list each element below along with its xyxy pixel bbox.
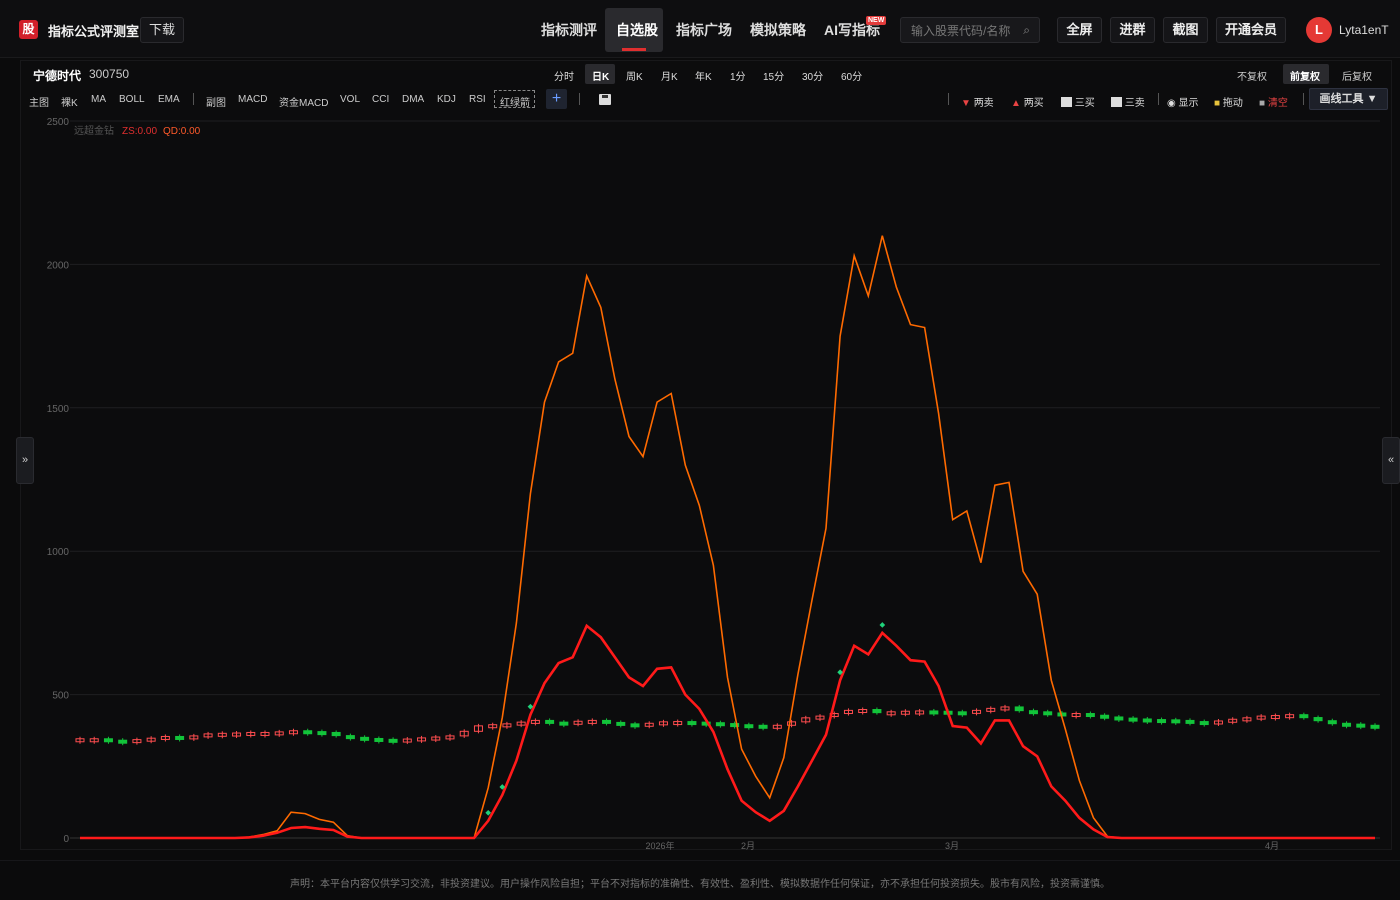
down-triangle-icon: ▼ (961, 98, 971, 109)
separator (193, 93, 194, 105)
separator (579, 93, 580, 105)
avatar[interactable]: L (1306, 17, 1332, 43)
up-triangle-icon: ▲ (1011, 98, 1021, 109)
tool-sub-chart[interactable]: 副图 (206, 94, 226, 109)
expand-left-button[interactable]: » (16, 437, 34, 484)
adjust-none[interactable]: 不复权 (1237, 68, 1267, 83)
expand-right-button[interactable]: « (1382, 437, 1400, 484)
period-daily[interactable]: 日K (592, 68, 609, 83)
nav-indicator-square[interactable]: 指标广场 (676, 20, 732, 40)
clear-label: 清空 (1267, 98, 1288, 109)
stock-code: 300750 (89, 67, 130, 81)
drag-tool[interactable]: ■ 拖动 (1214, 94, 1243, 109)
tool-macd[interactable]: MACD (238, 94, 267, 105)
separator (948, 93, 949, 105)
tool-main-chart[interactable]: 主图 (29, 94, 49, 109)
save-icon[interactable] (599, 94, 611, 105)
tool-fund-macd[interactable]: 资金MACD (279, 94, 328, 109)
nav-active-indicator (622, 48, 646, 51)
period-monthly[interactable]: 月K (661, 68, 678, 83)
drag-label: 拖动 (1222, 98, 1243, 109)
search-icon[interactable]: ⌕ (1023, 23, 1030, 38)
lock-icon: ■ (1214, 98, 1221, 109)
trend-line-icon (1061, 97, 1072, 107)
app-title: 指标公式评测室 (48, 24, 140, 39)
period-weekly[interactable]: 周K (626, 68, 643, 83)
tool-ma[interactable]: MA (91, 94, 106, 105)
new-badge: NEW (866, 16, 887, 25)
clear-tool[interactable]: ■ 清空 (1259, 94, 1288, 109)
tool-naked-k[interactable]: 裸K (61, 94, 78, 109)
chart-panel (20, 60, 1392, 850)
adjust-forward[interactable]: 前复权 (1290, 68, 1320, 83)
three-buy-tool[interactable]: 三买 (1061, 94, 1095, 109)
nav-watchlist[interactable]: 自选股 (616, 20, 658, 40)
stock-name: 宁德时代 (33, 69, 82, 83)
diagonal-line-icon (1111, 97, 1122, 107)
trash-icon: ■ (1259, 98, 1266, 109)
period-timeshare[interactable]: 分时 (554, 68, 574, 83)
two-sell-label: 两卖 (973, 98, 994, 109)
two-sell-tool[interactable]: ▼ 两卖 (961, 94, 994, 109)
membership-button[interactable]: 开通会员 (1216, 17, 1286, 43)
tool-red-green-arrow[interactable]: 红绿箭 (500, 94, 530, 109)
add-indicator-button[interactable]: + (546, 89, 567, 109)
drawing-tools-button[interactable]: 画线工具 ▼ (1309, 88, 1388, 110)
adjust-backward[interactable]: 后复权 (1342, 68, 1372, 83)
period-30min[interactable]: 30分 (802, 68, 823, 83)
username[interactable]: Lyta1enT (1339, 23, 1389, 37)
show-label: 显示 (1178, 98, 1199, 109)
three-sell-tool[interactable]: 三卖 (1111, 94, 1145, 109)
nav-indicator-review[interactable]: 指标测评 (541, 20, 597, 40)
separator (1303, 93, 1304, 105)
logo-icon: 股 (19, 20, 38, 39)
period-60min[interactable]: 60分 (841, 68, 862, 83)
stock-search: ⌕ (900, 17, 1040, 43)
tool-cci[interactable]: CCI (372, 94, 389, 105)
two-buy-tool[interactable]: ▲ 两买 (1011, 94, 1044, 109)
join-group-button[interactable]: 进群 (1110, 17, 1155, 43)
search-input[interactable] (911, 23, 1021, 39)
three-buy-label: 三买 (1074, 98, 1095, 109)
disclaimer: 声明：本平台内容仅供学习交流，非投资建议。用户操作风险自担；平台不对指标的准确性… (290, 879, 1110, 890)
screenshot-button[interactable]: 截图 (1163, 17, 1208, 43)
tool-boll[interactable]: BOLL (119, 94, 145, 105)
period-yearly[interactable]: 年K (695, 68, 712, 83)
period-15min[interactable]: 15分 (763, 68, 784, 83)
separator (1158, 93, 1159, 105)
three-sell-label: 三卖 (1124, 98, 1145, 109)
download-button[interactable]: 下载 (140, 17, 184, 43)
eye-icon: ◉ (1167, 98, 1176, 109)
tool-rsi[interactable]: RSI (469, 94, 486, 105)
tool-kdj[interactable]: KDJ (437, 94, 456, 105)
show-tool[interactable]: ◉ 显示 (1167, 94, 1199, 109)
tool-vol[interactable]: VOL (340, 94, 360, 105)
two-buy-label: 两买 (1023, 98, 1044, 109)
period-1min[interactable]: 1分 (730, 68, 746, 83)
tool-ema[interactable]: EMA (158, 94, 180, 105)
tool-dma[interactable]: DMA (402, 94, 424, 105)
nav-simulated-strategy[interactable]: 模拟策略 (750, 20, 806, 40)
fullscreen-button[interactable]: 全屏 (1057, 17, 1102, 43)
